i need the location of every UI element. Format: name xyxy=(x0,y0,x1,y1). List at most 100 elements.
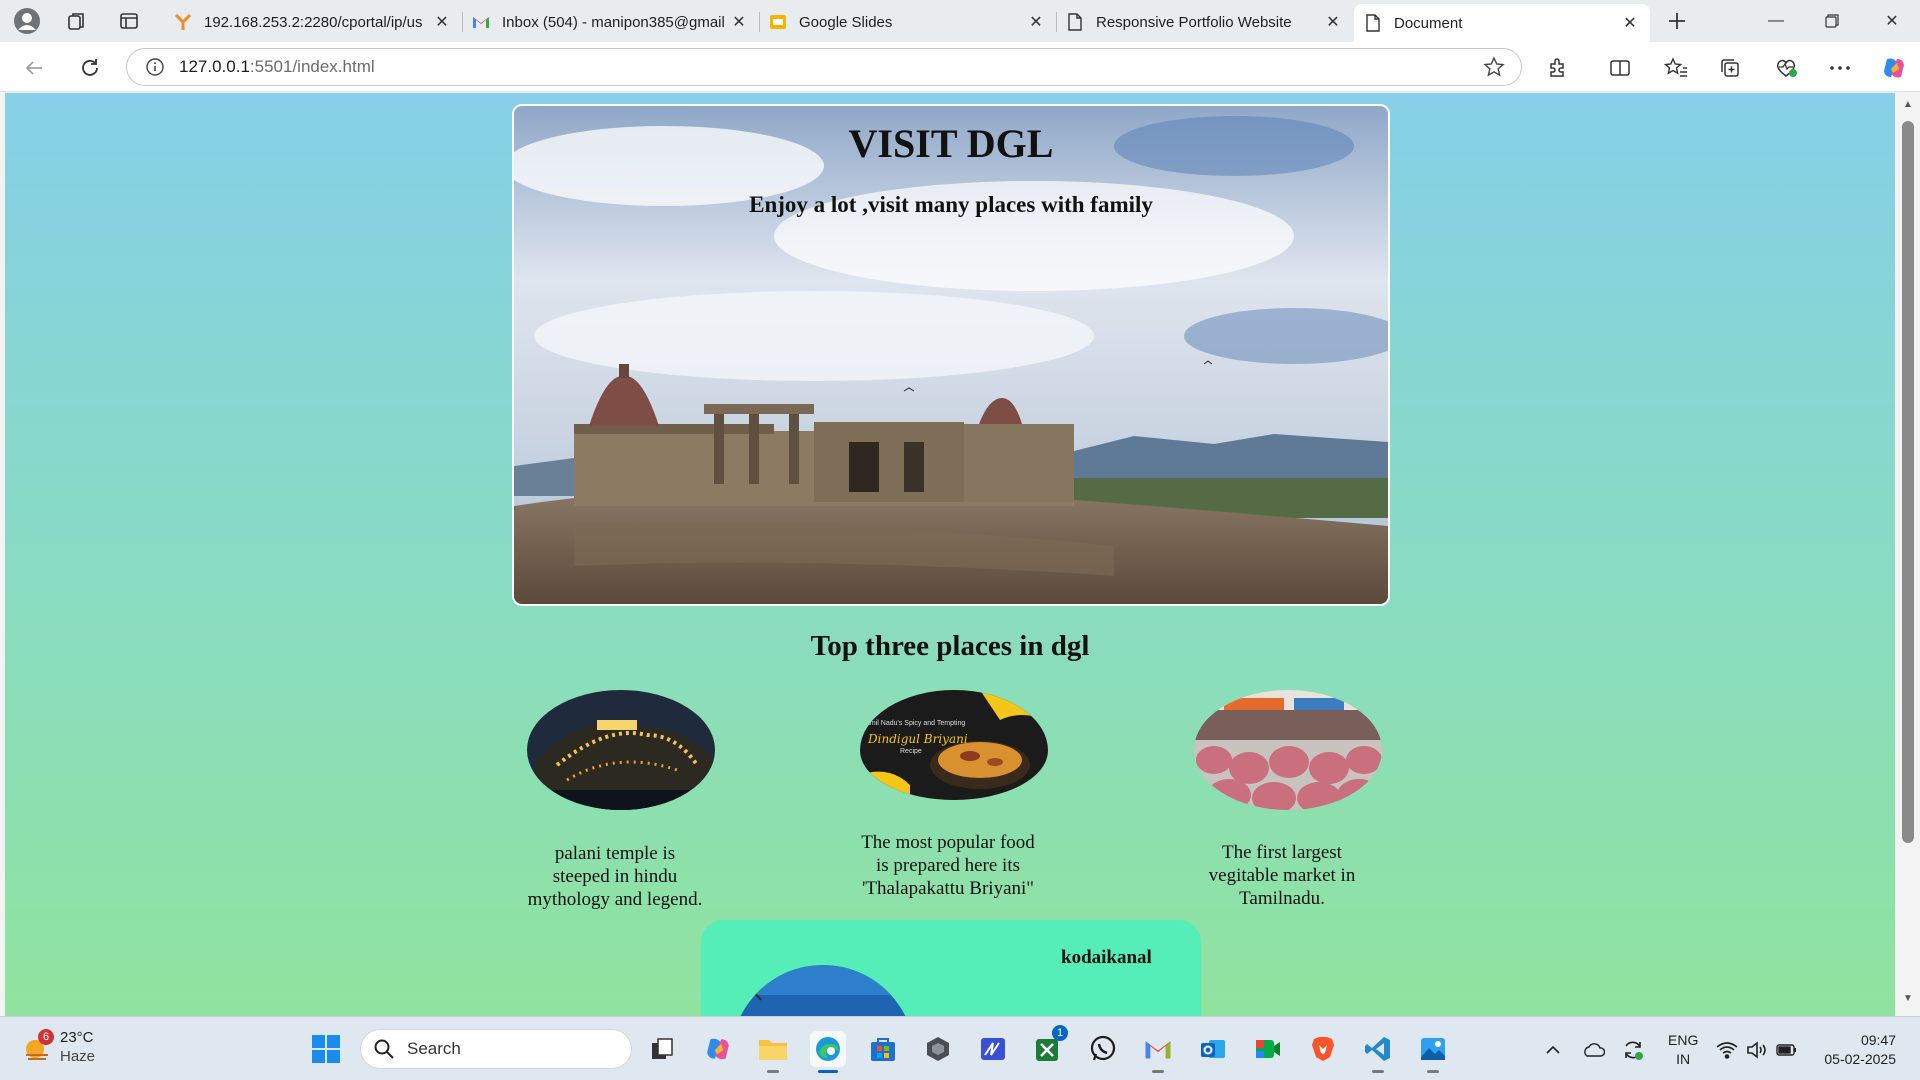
whiteboard-app-icon[interactable] xyxy=(975,1031,1011,1067)
active-indicator xyxy=(818,1070,838,1073)
close-icon[interactable]: ✕ xyxy=(432,12,452,32)
tab-portfolio[interactable]: Responsive Portfolio Website ✕ xyxy=(1056,4,1353,40)
taskbar-search[interactable]: Search xyxy=(360,1029,632,1069)
close-icon[interactable]: ✕ xyxy=(1620,13,1640,33)
tab-bar: 192.168.253.2:2280/cportal/ip/us ✕ Inbox… xyxy=(0,0,1920,42)
hero-image xyxy=(514,106,1388,604)
tab-title: Google Slides xyxy=(799,13,893,31)
wifi-icon[interactable] xyxy=(1714,1037,1740,1063)
sync-icon[interactable] xyxy=(1620,1037,1646,1063)
windows-start-icon[interactable] xyxy=(311,1034,341,1069)
tab-google-slides[interactable]: Google Slides ✕ xyxy=(759,4,1056,40)
back-icon[interactable] xyxy=(18,52,50,84)
task-view-icon[interactable] xyxy=(644,1031,680,1067)
close-icon[interactable]: ✕ xyxy=(1323,12,1343,32)
language-code: ENG xyxy=(1668,1032,1699,1048)
weather-icon: 6 xyxy=(22,1029,54,1063)
more-options-icon[interactable] xyxy=(1824,52,1856,84)
running-indicator xyxy=(1427,1070,1439,1073)
show-hidden-icons-chevron-icon[interactable] xyxy=(1540,1037,1566,1063)
favorites-icon[interactable] xyxy=(1660,52,1692,84)
url-path: :5501/index.html xyxy=(249,57,375,76)
tab-title: Responsive Portfolio Website xyxy=(1096,13,1292,31)
copilot-icon[interactable] xyxy=(1878,52,1910,84)
xbox-app-icon[interactable]: 1 xyxy=(1030,1025,1068,1067)
caption-line: The most popular food xyxy=(861,832,1035,853)
extensions-icon[interactable] xyxy=(1542,52,1574,84)
clock-time: 09:47 xyxy=(1860,1032,1896,1048)
briyani-image: amil Nadu's Spicy and Tempting Dindigul … xyxy=(860,690,1048,800)
caption-line: vegitable market in xyxy=(1208,865,1356,886)
meet-app-icon[interactable] xyxy=(1250,1031,1286,1067)
gmail-app-icon[interactable] xyxy=(1140,1031,1176,1073)
volume-icon[interactable] xyxy=(1744,1037,1770,1063)
scroll-up-icon[interactable]: ▲ xyxy=(1902,99,1914,110)
file-explorer-icon[interactable] xyxy=(755,1031,791,1073)
card-title: kodaikanal xyxy=(1061,947,1152,968)
place-caption: palani temple is steeped in hindu mythol… xyxy=(495,842,735,911)
google-slides-icon xyxy=(769,13,787,31)
favorite-star-icon[interactable] xyxy=(1483,56,1505,83)
hero-subtitle: Enjoy a lot ,visit many places with fami… xyxy=(749,192,1153,217)
weather-widget[interactable]: 6 23°C Haze xyxy=(22,1029,95,1067)
photos-app-icon[interactable] xyxy=(1415,1031,1451,1073)
weather-temp: 23°C xyxy=(60,1029,94,1046)
collections-icon[interactable] xyxy=(1714,52,1746,84)
site-info-icon[interactable] xyxy=(143,55,167,79)
restore-icon[interactable] xyxy=(1804,0,1860,42)
copilot-app-icon[interactable] xyxy=(700,1031,736,1067)
battery-icon[interactable] xyxy=(1774,1037,1800,1063)
microsoft-store-icon[interactable] xyxy=(865,1031,901,1067)
close-window-icon[interactable]: ✕ xyxy=(1864,0,1920,42)
close-icon[interactable]: ✕ xyxy=(1026,12,1046,32)
gmail-icon xyxy=(472,13,490,31)
address-field[interactable]: 127.0.0.1:5501/index.html xyxy=(126,48,1522,86)
workspaces-icon[interactable] xyxy=(62,6,92,36)
caption-line: is prepared here its xyxy=(875,855,1021,876)
profile-icon[interactable] xyxy=(12,6,42,36)
caption-line: The first largest xyxy=(1222,842,1342,863)
whatsapp-icon[interactable] xyxy=(1085,1031,1121,1067)
tab-firewall-portal[interactable]: 192.168.253.2:2280/cportal/ip/us ✕ xyxy=(164,4,462,40)
document-icon xyxy=(1364,14,1382,32)
input-language-indicator[interactable]: ENG IN xyxy=(1668,1031,1698,1069)
caption-line: steeped in hindu xyxy=(552,866,678,887)
caption-line: Tamilnadu. xyxy=(1239,888,1325,909)
vscode-icon[interactable] xyxy=(1360,1031,1396,1073)
running-indicator xyxy=(1152,1070,1164,1073)
scroll-down-icon[interactable]: ▼ xyxy=(1902,993,1914,1004)
reload-icon[interactable] xyxy=(74,52,106,84)
split-screen-icon[interactable] xyxy=(1604,52,1636,84)
tab-document[interactable]: Document ✕ xyxy=(1354,4,1650,42)
hero-banner: VISIT DGL Enjoy a lot ,visit many places… xyxy=(512,104,1390,606)
tab-actions-icon[interactable] xyxy=(114,6,144,36)
address-bar-row: 127.0.0.1:5501/index.html xyxy=(0,42,1920,92)
caption-line: palani temple is xyxy=(554,843,676,864)
vegetable-market-image xyxy=(1194,690,1382,810)
search-icon xyxy=(373,1038,395,1060)
briyani-image-caption: amil Nadu's Spicy and Tempting xyxy=(866,720,966,727)
url-text: 127.0.0.1:5501/index.html xyxy=(179,57,375,77)
scrollbar-thumb[interactable] xyxy=(1902,121,1914,843)
tab-title: Document xyxy=(1394,14,1463,32)
page-scrollbar[interactable]: ▲ ▼ xyxy=(1897,93,1920,1016)
palani-temple-image xyxy=(527,690,715,810)
system-clock[interactable]: 09:47 05-02-2025 xyxy=(1816,1031,1896,1069)
clock-date: 05-02-2025 xyxy=(1824,1051,1896,1067)
edge-browser-icon[interactable] xyxy=(810,1031,846,1073)
onedrive-icon[interactable] xyxy=(1580,1037,1606,1063)
minimize-icon[interactable]: — xyxy=(1748,0,1804,42)
windows-taskbar: 6 23°C Haze Search 1 ENG IN 09:47 05-02-… xyxy=(0,1016,1920,1080)
outlook-icon[interactable] xyxy=(1195,1031,1231,1067)
weather-condition: Haze xyxy=(60,1048,96,1065)
url-host: 127.0.0.1 xyxy=(179,57,250,76)
hero-title: VISIT DGL xyxy=(848,121,1054,166)
new-tab-icon[interactable] xyxy=(1662,6,1692,36)
close-icon[interactable]: ✕ xyxy=(729,12,749,32)
brave-browser-icon[interactable] xyxy=(1305,1031,1341,1067)
running-indicator xyxy=(1372,1070,1384,1073)
briyani-image-title: Dindigul Briyani xyxy=(868,732,968,746)
hex-app-icon[interactable] xyxy=(920,1031,956,1067)
tab-gmail[interactable]: Inbox (504) - manipon385@gmail ✕ xyxy=(462,4,759,40)
browser-essentials-icon[interactable] xyxy=(1770,52,1802,84)
